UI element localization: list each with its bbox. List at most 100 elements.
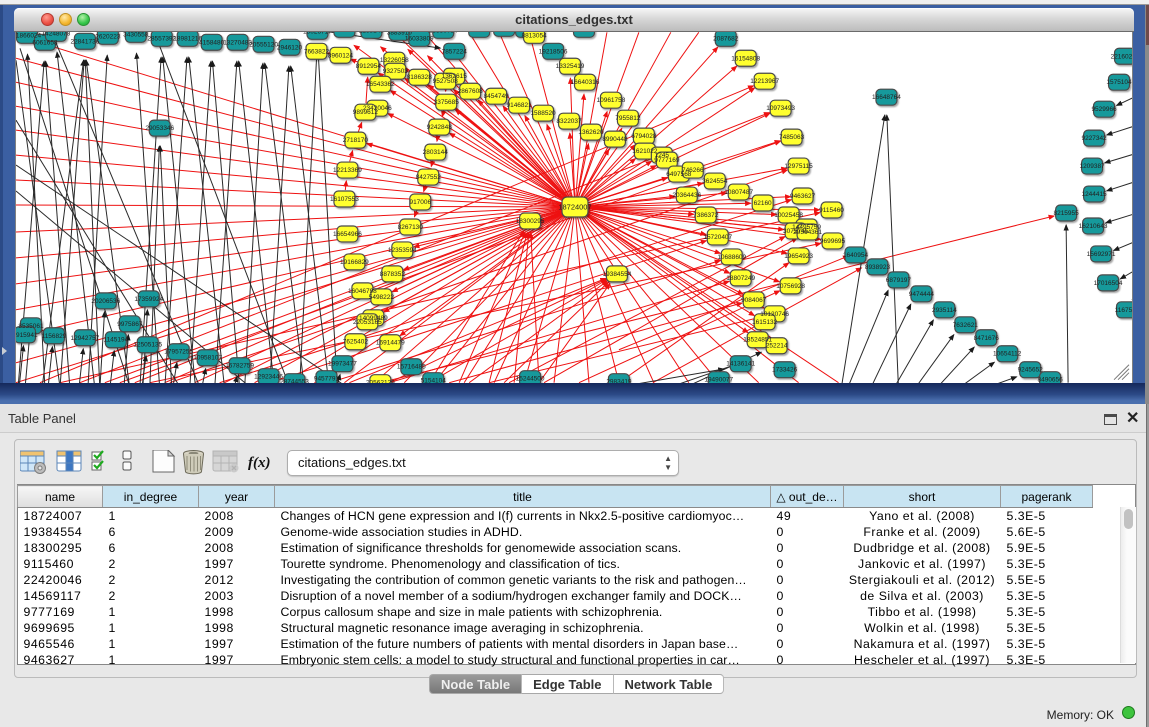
svg-text:6794028: 6794028 [631, 133, 657, 140]
svg-text:10688609: 10688609 [717, 254, 746, 261]
svg-text:9474444: 9474444 [909, 291, 935, 298]
svg-text:2803144: 2803144 [423, 149, 449, 156]
svg-text:8454749: 8454749 [484, 93, 510, 100]
svg-text:7625402: 7625402 [343, 339, 369, 346]
svg-text:f(x): f(x) [248, 455, 270, 471]
svg-text:2087682: 2087682 [713, 35, 739, 42]
svg-text:18300295: 18300295 [516, 218, 545, 225]
svg-text:1640954: 1640954 [843, 252, 869, 259]
svg-text:9457791: 9457791 [314, 376, 340, 383]
svg-text:7386372: 7386372 [693, 212, 719, 219]
svg-text:12942757: 12942757 [70, 335, 99, 342]
svg-text:8535061: 8535061 [18, 323, 44, 330]
svg-text:1209387: 1209387 [1079, 163, 1105, 170]
svg-text:8267130: 8267130 [398, 224, 424, 231]
svg-text:19218506: 19218506 [539, 48, 568, 55]
svg-text:16648764: 16648764 [872, 94, 901, 101]
svg-text:9777169: 9777169 [654, 157, 680, 164]
svg-text:8204075: 8204075 [332, 32, 358, 33]
svg-text:19654923: 19654923 [784, 253, 813, 260]
svg-text:8938923: 8938923 [865, 264, 891, 271]
svg-text:9975867: 9975867 [117, 321, 143, 328]
svg-text:15720407: 15720407 [703, 234, 732, 241]
svg-text:1615132: 1615132 [752, 319, 778, 326]
svg-text:29053346: 29053346 [145, 125, 174, 132]
svg-text:10973493: 10973493 [766, 105, 795, 112]
svg-text:19490077: 19490077 [704, 377, 733, 383]
svg-text:20555120: 20555120 [249, 41, 278, 48]
svg-text:20206536: 20206536 [91, 298, 120, 305]
svg-text:11866024: 11866024 [15, 32, 42, 39]
svg-text:13226058: 13226058 [380, 57, 409, 64]
svg-text:12505135: 12505135 [133, 342, 162, 349]
svg-text:3624554: 3624554 [702, 178, 728, 185]
svg-text:12353594: 12353594 [388, 247, 417, 254]
svg-text:9529966: 9529966 [1091, 106, 1117, 113]
svg-text:9242848: 9242848 [427, 124, 453, 131]
svg-text:16033809: 16033809 [405, 35, 434, 42]
svg-text:10120746: 10120746 [760, 311, 789, 318]
svg-text:9899612: 9899612 [353, 109, 379, 116]
svg-text:12975115: 12975115 [784, 163, 813, 170]
svg-text:9084067: 9084067 [741, 297, 767, 304]
svg-text:15031529: 15031529 [465, 32, 494, 33]
svg-text:12213967: 12213967 [750, 78, 779, 85]
svg-text:1733426: 1733426 [772, 367, 798, 374]
svg-text:19166829: 19166829 [340, 259, 369, 266]
svg-text:2946120: 2946120 [277, 44, 303, 51]
svg-text:22053165: 22053165 [353, 319, 382, 326]
svg-text:20562129: 20562129 [366, 380, 395, 383]
svg-text:17016504: 17016504 [1094, 280, 1123, 287]
svg-text:28557392: 28557392 [147, 35, 176, 42]
svg-text:20364361: 20364361 [793, 229, 822, 236]
svg-text:8878352: 8878352 [380, 271, 406, 278]
svg-text:22160294: 22160294 [1111, 53, 1133, 60]
svg-text:8427552: 8427552 [416, 174, 442, 181]
svg-text:12213369: 12213369 [333, 167, 362, 174]
svg-text:9327503: 9327503 [383, 68, 409, 75]
svg-text:917006: 917006 [409, 199, 431, 206]
svg-text:7632621: 7632621 [953, 322, 979, 329]
svg-text:9245652: 9245652 [1018, 367, 1044, 374]
svg-text:8322037: 8322037 [556, 118, 582, 125]
svg-text:9146821: 9146821 [507, 102, 533, 109]
svg-text:2935114: 2935114 [932, 307, 957, 314]
svg-text:15716485: 15716485 [397, 364, 426, 371]
svg-text:1145194: 1145194 [103, 337, 128, 344]
svg-text:8215955: 8215955 [1054, 210, 1080, 217]
svg-text:1362620: 1362620 [578, 129, 604, 136]
svg-text:10025458: 10025458 [774, 212, 803, 219]
svg-text:14248078: 14248078 [42, 32, 71, 37]
svg-text:20364436: 20364436 [672, 192, 701, 199]
svg-text:2258145: 2258145 [359, 32, 385, 34]
svg-text:1588520: 1588520 [530, 110, 556, 117]
svg-text:14136141: 14136141 [726, 361, 755, 368]
svg-text:6061658: 6061658 [32, 39, 58, 46]
svg-text:4043823: 4043823 [571, 32, 597, 33]
svg-text:8990448: 8990448 [602, 136, 628, 143]
svg-text:18724007: 18724007 [558, 202, 591, 211]
svg-text:10961758: 10961758 [597, 97, 626, 104]
svg-text:9463627: 9463627 [790, 193, 816, 200]
svg-text:1244415: 1244415 [1081, 191, 1107, 198]
svg-text:9527508: 9527508 [433, 78, 459, 85]
svg-text:3375685: 3375685 [434, 99, 460, 106]
svg-text:8490656: 8490656 [1038, 377, 1064, 383]
svg-text:7663822: 7663822 [304, 48, 330, 55]
svg-text:5498222: 5498222 [369, 294, 395, 301]
svg-text:7857224: 7857224 [442, 48, 468, 55]
svg-text:17957255: 17957255 [164, 349, 193, 356]
svg-text:7485063: 7485063 [779, 134, 805, 141]
svg-text:9227342: 9227342 [1081, 135, 1107, 142]
svg-text:10756928: 10756928 [776, 283, 805, 290]
svg-text:16543362: 16543362 [366, 81, 395, 88]
svg-text:16914479: 16914479 [376, 340, 405, 347]
svg-text:17359924: 17359924 [134, 296, 163, 303]
svg-text:13325419: 13325419 [556, 63, 585, 70]
svg-text:7955812: 7955812 [615, 115, 641, 122]
svg-text:3915941: 3915941 [15, 332, 38, 339]
svg-text:16210643: 16210643 [1079, 223, 1108, 230]
svg-text:9699695: 9699695 [820, 238, 846, 245]
svg-text:8813054: 8813054 [521, 32, 547, 39]
svg-text:2983419: 2983419 [606, 379, 632, 383]
